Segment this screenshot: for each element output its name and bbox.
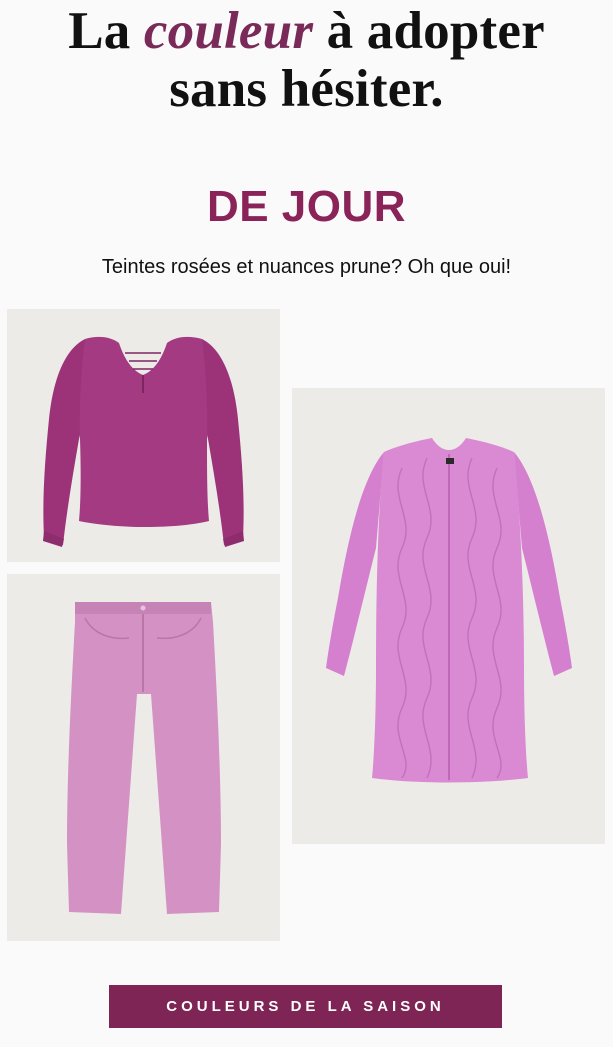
product-tile-jeans[interactable] — [7, 574, 280, 941]
headline-accent: couleur — [143, 2, 314, 60]
headline-line2: sans hésiter. — [169, 60, 444, 118]
cta-button[interactable]: COULEURS DE LA SAISON — [109, 985, 502, 1028]
section-subtitle: Teintes rosées et nuances prune? Oh que … — [101, 256, 512, 278]
blouse-image — [43, 336, 244, 547]
product-tile-coat[interactable] — [292, 388, 605, 844]
product-tile-blouse[interactable] — [7, 309, 280, 562]
headline: La couleur à adopter sans hésiter. — [0, 2, 613, 118]
headline-after: à adopter — [313, 2, 545, 60]
jeans-image — [67, 602, 221, 914]
coat-image — [326, 438, 572, 783]
section-title: DE JOUR — [206, 182, 407, 231]
email-page: La couleur à adopter sans hésiter. DE JO… — [0, 0, 613, 1047]
headline-before: La — [68, 2, 144, 60]
